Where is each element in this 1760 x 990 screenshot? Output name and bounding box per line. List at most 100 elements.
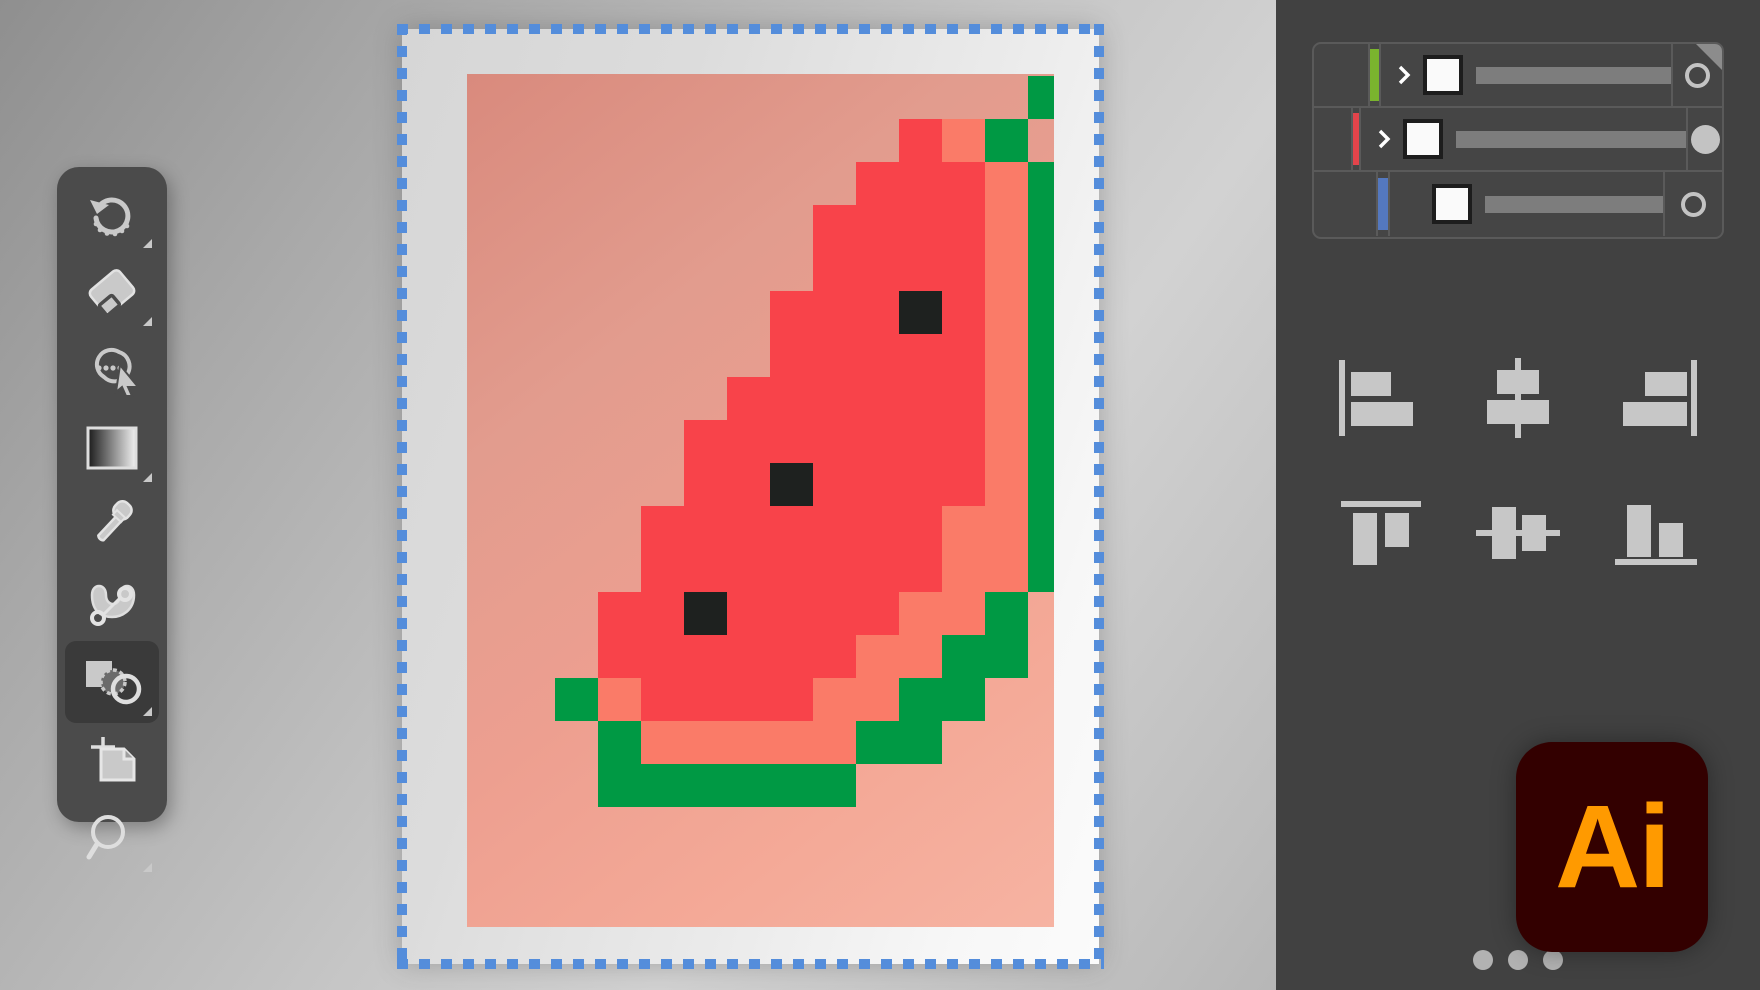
blend-tool[interactable]	[65, 563, 159, 645]
art-pixel	[899, 635, 942, 678]
art-pixel	[770, 420, 813, 463]
layer-row[interactable]	[1314, 44, 1722, 108]
layer-thumbnail[interactable]	[1403, 119, 1444, 159]
art-pixel	[899, 721, 942, 764]
art-pixel	[942, 635, 985, 678]
align-top-button[interactable]	[1312, 465, 1449, 600]
art-pixel	[942, 678, 985, 721]
art-pixel	[641, 506, 684, 549]
adobe-illustrator-logo: Ai	[1516, 742, 1708, 952]
art-pixel	[1028, 506, 1054, 549]
art-pixel	[1028, 248, 1054, 291]
layer-select-indicator[interactable]	[1665, 172, 1722, 236]
art-pixel	[770, 721, 813, 764]
gradient-tool[interactable]	[65, 407, 159, 489]
more-options-button[interactable]	[1312, 950, 1724, 970]
align-right-button[interactable]	[1587, 330, 1724, 465]
art-pixel	[985, 248, 1028, 291]
art-pixel	[770, 549, 813, 592]
layer-name-bar[interactable]	[1456, 130, 1687, 148]
align-bottom-button[interactable]	[1587, 465, 1724, 600]
art-pixel	[598, 764, 641, 807]
align-left-button[interactable]	[1312, 330, 1449, 465]
dot-icon	[1473, 950, 1493, 970]
eyedropper-tool[interactable]	[65, 485, 159, 567]
tools-panel[interactable]	[57, 167, 167, 872]
chevron-right-icon[interactable]	[1392, 63, 1416, 87]
art-pixel	[641, 764, 684, 807]
art-pixel	[813, 334, 856, 377]
art-pixel	[770, 678, 813, 721]
layer-name-bar[interactable]	[1485, 195, 1664, 213]
rotate-tool[interactable]	[65, 173, 159, 255]
flyout-triangle-icon[interactable]	[143, 707, 152, 716]
layer-main-cell[interactable]	[1388, 172, 1666, 236]
panel-corner-fold-icon	[1696, 44, 1722, 70]
art-pixel	[727, 420, 770, 463]
art-pixel	[598, 721, 641, 764]
flyout-triangle-icon[interactable]	[143, 863, 152, 872]
layer-thumbnail[interactable]	[1432, 184, 1473, 224]
align-row-vertical	[1312, 465, 1724, 600]
flyout-triangle-icon[interactable]	[143, 239, 152, 248]
align-horizontal-left-icon	[1338, 359, 1413, 436]
art-pixel	[899, 420, 942, 463]
art-pixel	[1028, 205, 1054, 248]
art-pixel	[899, 291, 942, 334]
art-pixel	[1028, 420, 1054, 463]
art-pixel	[813, 463, 856, 506]
layer-visibility-cell[interactable]	[1314, 108, 1353, 170]
art-pixel	[813, 420, 856, 463]
flyout-triangle-icon[interactable]	[143, 473, 152, 482]
flyout-triangle-icon[interactable]	[143, 317, 152, 326]
art-pixel	[641, 721, 684, 764]
align-horizontal-center-button[interactable]	[1449, 330, 1586, 465]
layer-visibility-cell[interactable]	[1314, 44, 1370, 106]
chevron-right-icon[interactable]	[1372, 127, 1396, 151]
art-pixel	[899, 205, 942, 248]
align-panel[interactable]	[1312, 330, 1724, 970]
layer-thumbnail[interactable]	[1422, 55, 1463, 95]
art-pixel	[899, 119, 942, 162]
shaper-tool[interactable]	[65, 329, 159, 411]
align-vertical-center-button[interactable]	[1449, 465, 1586, 600]
align-vertical-center-icon	[1475, 506, 1560, 559]
layer-select-indicator[interactable]	[1688, 108, 1722, 170]
art-pixel	[942, 119, 985, 162]
art-pixel	[727, 549, 770, 592]
layers-panel[interactable]	[1312, 42, 1724, 239]
dot-icon	[1508, 950, 1528, 970]
layer-main-cell[interactable]	[1359, 108, 1689, 170]
artboard-container[interactable]	[397, 24, 1104, 969]
art-pixel	[1028, 334, 1054, 377]
art-pixel	[641, 678, 684, 721]
art-pixel	[813, 248, 856, 291]
art-pixel	[856, 463, 899, 506]
eraser-icon	[88, 269, 136, 317]
art-pixel	[942, 162, 985, 205]
eraser-tool[interactable]	[65, 251, 159, 333]
art-pixel	[813, 635, 856, 678]
zoom-tool[interactable]	[65, 797, 159, 879]
logo-text: Ai	[1555, 781, 1671, 913]
artboard-tool[interactable]	[65, 719, 159, 801]
layer-main-cell[interactable]	[1378, 44, 1673, 106]
art-pixel	[899, 678, 942, 721]
art-pixel	[598, 592, 641, 635]
art-pixel	[942, 506, 985, 549]
art-pixel	[1028, 463, 1054, 506]
layers-list[interactable]	[1314, 44, 1722, 236]
art-pixel	[555, 678, 598, 721]
layer-name-bar[interactable]	[1475, 66, 1671, 84]
selected-dot-icon	[1690, 124, 1720, 154]
layer-row[interactable]	[1314, 172, 1722, 236]
art-pixel	[813, 764, 856, 807]
artboard-canvas[interactable]	[467, 74, 1054, 927]
art-pixel	[856, 549, 899, 592]
art-pixel	[899, 549, 942, 592]
select-ring-icon	[1681, 191, 1707, 217]
layer-color-swatch	[1377, 178, 1389, 230]
layer-row[interactable]	[1314, 108, 1722, 172]
shape-builder-tool[interactable]	[65, 641, 159, 723]
layer-visibility-cell[interactable]	[1314, 172, 1378, 236]
